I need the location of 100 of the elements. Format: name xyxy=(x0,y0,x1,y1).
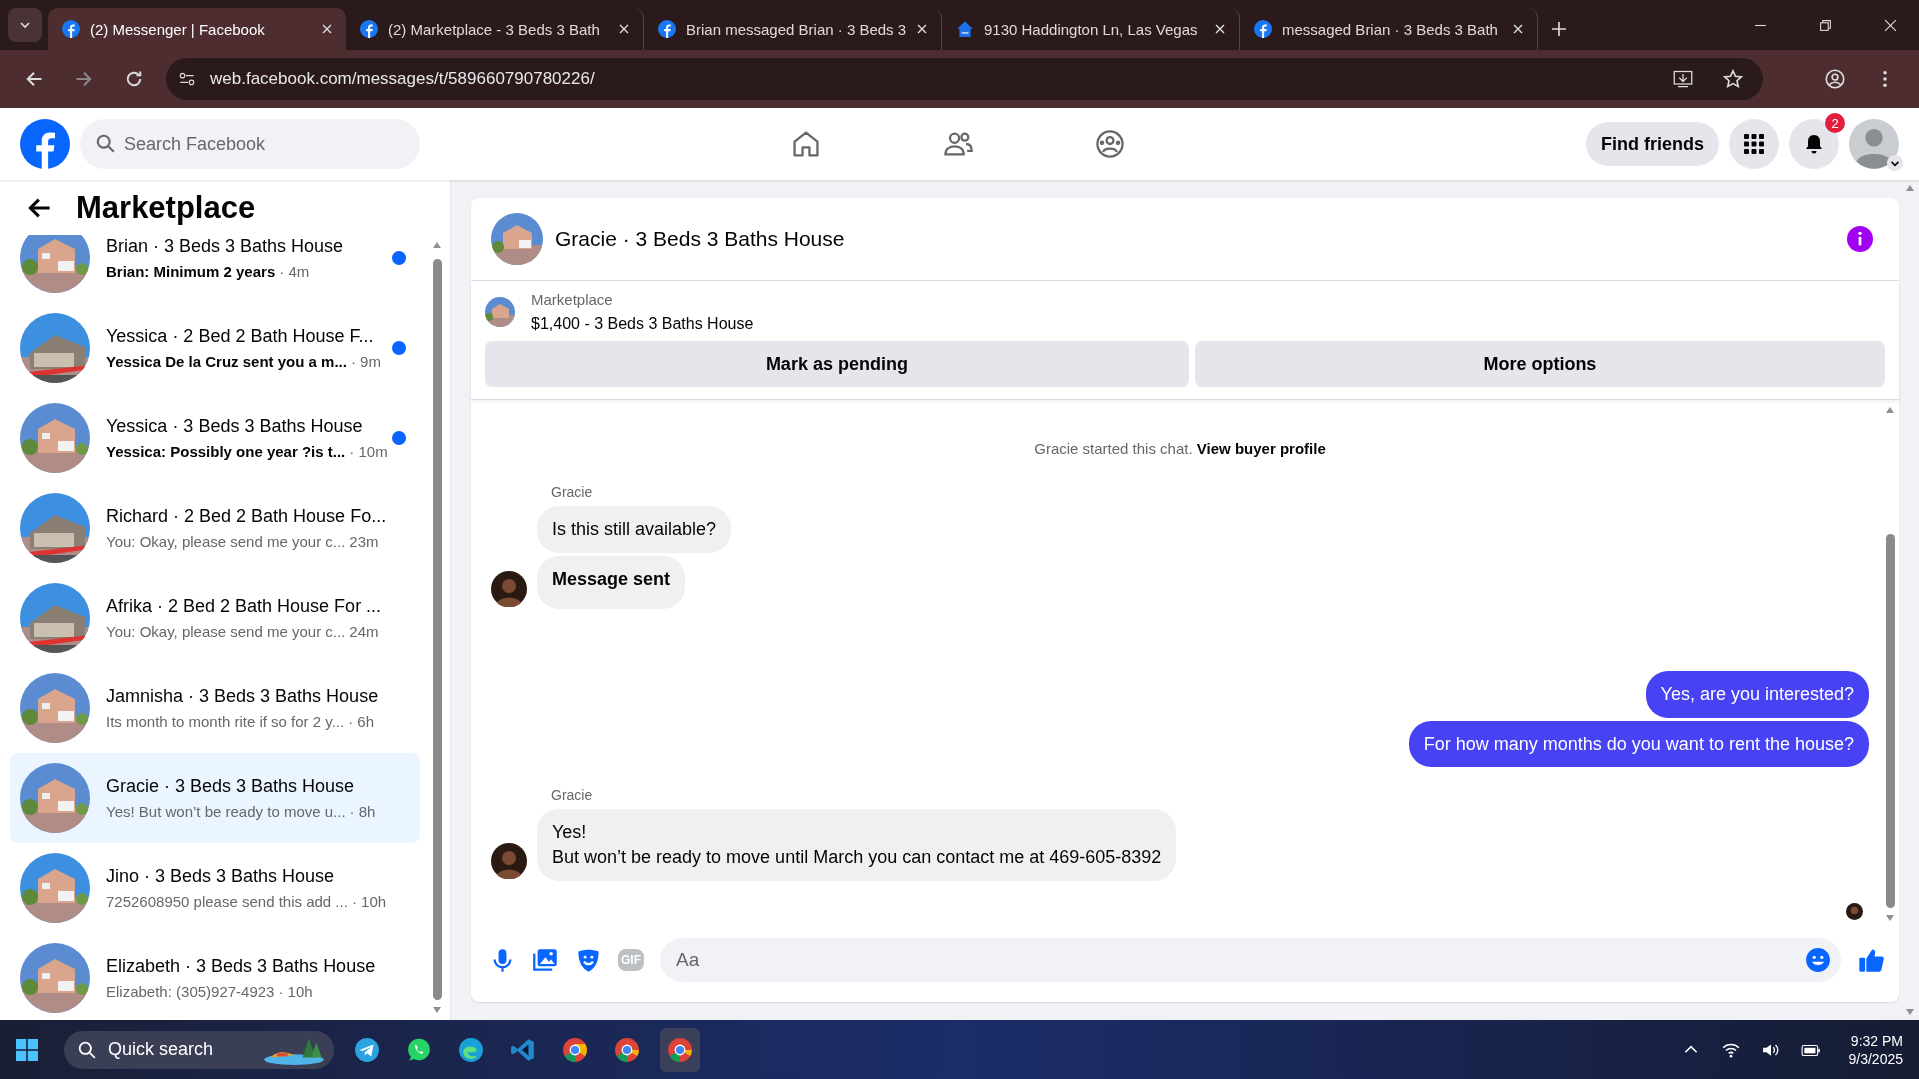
close-icon[interactable] xyxy=(322,24,332,34)
conversation-item[interactable]: Jino · 3 Beds 3 Baths House 7252608950 please send this add ... · 10h xyxy=(10,843,420,933)
taskbar-active-app[interactable] xyxy=(660,1027,700,1072)
info-icon[interactable] xyxy=(1847,226,1873,252)
message-time: 23m xyxy=(349,533,379,550)
message-bubble: Is this still available? xyxy=(537,506,732,553)
caret-icon xyxy=(19,19,31,31)
message-bubble: Yes, are you interested? xyxy=(1645,670,1869,718)
message-preview: Yes! But won’t be ready to move u... xyxy=(106,803,346,820)
sender-name: Gracie xyxy=(551,787,594,804)
conversation-title: Gracie · 3 Beds 3 Baths House xyxy=(106,776,356,797)
notification-badge: 2 xyxy=(1825,113,1845,133)
scroll-up-icon[interactable] xyxy=(1885,406,1895,414)
message-bubble: For how many months do you want to rent the house? xyxy=(1408,720,1869,768)
avatar-icon[interactable] xyxy=(491,570,527,607)
sender-name: Gracie xyxy=(551,484,594,501)
message-preview: 7252608950 please send this add ... xyxy=(106,893,348,910)
action-button[interactable]: More options xyxy=(1194,341,1885,387)
message-preview: You: Okay, please send me your c... xyxy=(106,623,346,640)
scroll-up-icon[interactable] xyxy=(1905,184,1915,192)
panel-title: Marketplace xyxy=(76,189,256,226)
caret-icon[interactable] xyxy=(1887,155,1903,171)
message-bubble: Yes! But won’t be ready to move until March you can contact me at 469-605-8392 xyxy=(537,809,1177,881)
message-time: · 9m xyxy=(350,353,381,370)
windows-icon[interactable] xyxy=(16,1038,38,1061)
search-icon xyxy=(96,134,115,153)
unread-dot xyxy=(392,341,406,355)
seen-avatar-icon xyxy=(1846,903,1863,920)
message-preview: Brian: Minimum 2 years xyxy=(106,263,276,280)
close-icon[interactable] xyxy=(1215,24,1225,34)
facebook-logo[interactable] xyxy=(20,119,70,169)
emoji-icon[interactable] xyxy=(1805,947,1831,973)
conversation-item[interactable]: Gracie · 3 Beds 3 Baths House Yes! But won’t be ready to move u... · 8h xyxy=(10,753,420,843)
close-icon[interactable] xyxy=(1513,24,1523,34)
scroll-down-icon[interactable] xyxy=(432,1006,442,1014)
site-settings-icon[interactable] xyxy=(178,70,196,88)
edge-icon[interactable] xyxy=(458,1036,484,1063)
search-field[interactable]: Quick search xyxy=(64,1030,334,1069)
telegram-icon[interactable] xyxy=(354,1036,380,1063)
listing-title[interactable]: $1,400 - 3 Beds 3 Baths House xyxy=(531,315,754,333)
conversation-item[interactable]: Brian · 3 Beds 3 Baths House Brian: Minimum 2 years · 4m xyxy=(10,235,420,303)
message-time: · 10m xyxy=(349,443,388,460)
listing-label: Marketplace xyxy=(531,291,614,308)
star-icon[interactable] xyxy=(1723,69,1743,89)
conversation-title: Afrika · 2 Bed 2 Bath House For ... xyxy=(106,596,383,617)
groups-icon[interactable] xyxy=(1094,128,1126,160)
tab-list-button[interactable] xyxy=(8,8,42,42)
image-icon[interactable] xyxy=(532,946,559,974)
install-icon[interactable] xyxy=(1673,69,1693,89)
clock-time[interactable]: 9:32 PM xyxy=(1850,1032,1903,1049)
close-icon[interactable] xyxy=(1884,19,1897,32)
notifications-button[interactable] xyxy=(1789,119,1839,169)
find-friends-button[interactable]: Find friends xyxy=(1586,122,1719,166)
vscode-icon[interactable] xyxy=(510,1036,536,1063)
search-field[interactable]: Search Facebook xyxy=(80,119,420,169)
scroll-up-icon[interactable] xyxy=(432,241,442,249)
facebook-icon xyxy=(658,20,676,38)
unread-dot xyxy=(392,431,406,445)
browser-tab[interactable]: (2) Messenger | Facebook xyxy=(48,8,346,50)
conversation-title: Brian · 3 Beds 3 Baths House xyxy=(106,236,345,257)
message-field[interactable]: Aa xyxy=(660,938,1841,982)
conversation-item[interactable]: Yessica · 2 Bed 2 Bath House F... Yessica De la Cruz sent you a m... · 9m xyxy=(10,303,420,393)
facebook-icon xyxy=(1254,20,1272,38)
facebook-icon xyxy=(360,20,378,38)
search-icon xyxy=(78,1040,96,1059)
close-icon[interactable] xyxy=(619,24,629,34)
conversation-title: Yessica · 2 Bed 2 Bath House F... xyxy=(106,326,375,347)
conversation-item[interactable]: Richard · 2 Bed 2 Bath House Fo... You: Okay, please send me your c... 23m xyxy=(10,483,420,573)
conversation-item[interactable]: Yessica · 3 Beds 3 Baths House Yessica: Possibly one year ?is t... · 10m xyxy=(10,393,420,483)
forward-icon[interactable] xyxy=(74,69,94,89)
menu-button[interactable] xyxy=(1729,119,1779,169)
close-icon[interactable] xyxy=(917,24,927,34)
facebook-icon xyxy=(62,20,80,38)
message-time: · 6h xyxy=(348,713,374,730)
message-bubble: Message sent xyxy=(537,555,686,609)
restore-icon[interactable] xyxy=(1819,19,1832,32)
new-tab-icon[interactable] xyxy=(1552,22,1566,36)
scroll-down-icon[interactable] xyxy=(1905,1008,1915,1016)
conversation-item[interactable]: Jamnisha · 3 Beds 3 Baths House Its month to month rite if so for 2 y... · 6h xyxy=(10,663,420,753)
bell-icon xyxy=(1803,133,1825,155)
message-preview: You: Okay, please send me your c... xyxy=(106,533,346,550)
whatsapp-icon[interactable] xyxy=(406,1036,432,1063)
scroll-down-icon[interactable] xyxy=(1885,914,1895,922)
clock-date[interactable]: 9/3/2025 xyxy=(1848,1050,1903,1067)
chrome-icon[interactable] xyxy=(562,1036,588,1063)
action-button[interactable]: Mark as pending xyxy=(485,341,1189,387)
message-time: · 10h xyxy=(278,983,313,1000)
avatar-icon[interactable] xyxy=(491,843,527,879)
chat-title[interactable]: Gracie · 3 Beds 3 Baths House xyxy=(555,227,845,251)
profile-icon[interactable] xyxy=(1825,69,1845,89)
conversation-item[interactable]: Afrika · 2 Bed 2 Bath House For ... You: Okay, please send me your c... 24m xyxy=(10,573,420,663)
address-bar[interactable]: web.facebook.com/messages/t/589660790780226/ xyxy=(166,58,1763,100)
message-time: · 4m xyxy=(279,263,310,280)
message-preview: Its month to month rite if so for 2 y... xyxy=(106,713,345,730)
conversation-title: Jamnisha · 3 Beds 3 Baths House xyxy=(106,686,380,707)
reload-icon[interactable] xyxy=(124,69,144,89)
back-icon[interactable] xyxy=(24,69,44,89)
chrome-icon[interactable] xyxy=(614,1036,640,1063)
conversation-item[interactable]: Elizabeth · 3 Beds 3 Baths House Elizabeth: (305)927-4923 · 10h xyxy=(10,933,420,1020)
view-profile-link[interactable]: View buyer profile xyxy=(1196,440,1326,458)
